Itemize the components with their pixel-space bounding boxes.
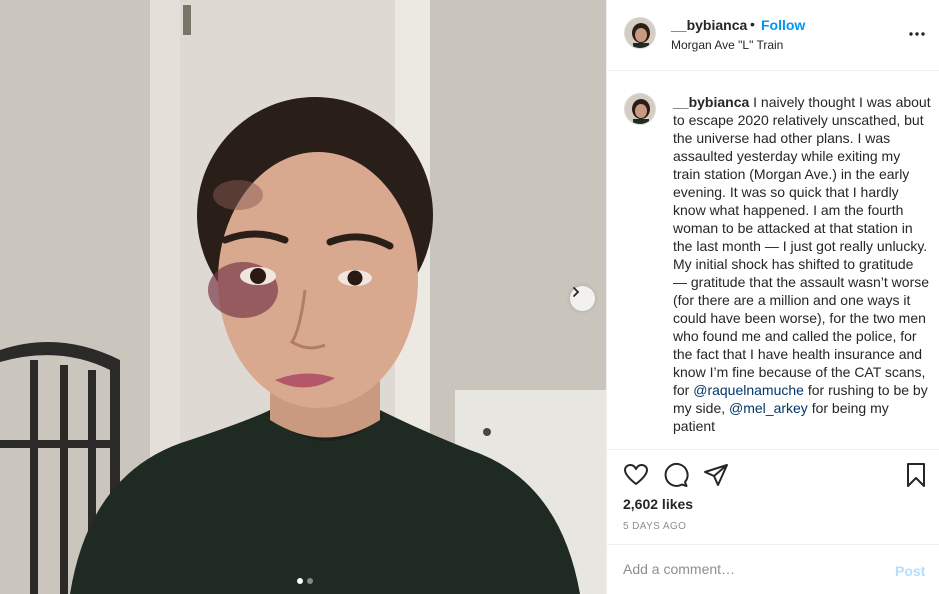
caption-paragraph-1: I naively thought I was about to escape … [673,94,931,254]
header-bullet: • [750,16,755,32]
post-timestamp[interactable]: 5 DAYS AGO [623,521,686,532]
comment-icon[interactable] [663,462,689,488]
post-photo[interactable] [0,0,606,594]
follow-button[interactable]: Follow [761,17,805,33]
caption-paragraph-2: My initial shock has shifted to gratitud… [673,256,930,398]
location-link[interactable]: Morgan Ave "L" Train [671,38,783,52]
comment-bar: Post [607,544,939,594]
caption-avatar[interactable] [624,93,656,125]
caption-username[interactable]: __bybianca [673,94,749,110]
share-icon[interactable] [703,462,729,488]
avatar-image [625,94,655,124]
mention-link-1[interactable]: @raquelnamuche [693,382,804,398]
carousel-indicator [297,578,313,584]
mention-link-2[interactable]: @mel_arkey [729,400,808,416]
caption-scroll-area[interactable]: __bybianca I naively thought I was about… [607,71,939,448]
chevron-right-icon [573,287,580,297]
heart-icon[interactable] [623,462,649,488]
caption-text: __bybianca I naively thought I was about… [673,93,931,435]
post-header: __bybianca • Follow Morgan Ave "L" Train [607,0,939,71]
avatar[interactable] [624,17,656,49]
comment-input[interactable] [623,559,873,579]
photo-image [0,0,606,594]
bookmark-icon[interactable] [903,462,929,488]
avatar-image [625,18,655,48]
carousel-dot-1 [297,578,303,584]
carousel-dot-2 [307,578,313,584]
post-comment-button[interactable]: Post [895,563,925,579]
carousel-next-button[interactable] [570,286,595,311]
more-horizontal-icon[interactable] [907,26,927,42]
action-bar: 2,602 likes 5 DAYS AGO [607,449,939,545]
post-details-panel: __bybianca • Follow Morgan Ave "L" Train… [606,0,939,594]
header-username[interactable]: __bybianca [671,17,747,33]
likes-count[interactable]: 2,602 likes [623,496,693,512]
